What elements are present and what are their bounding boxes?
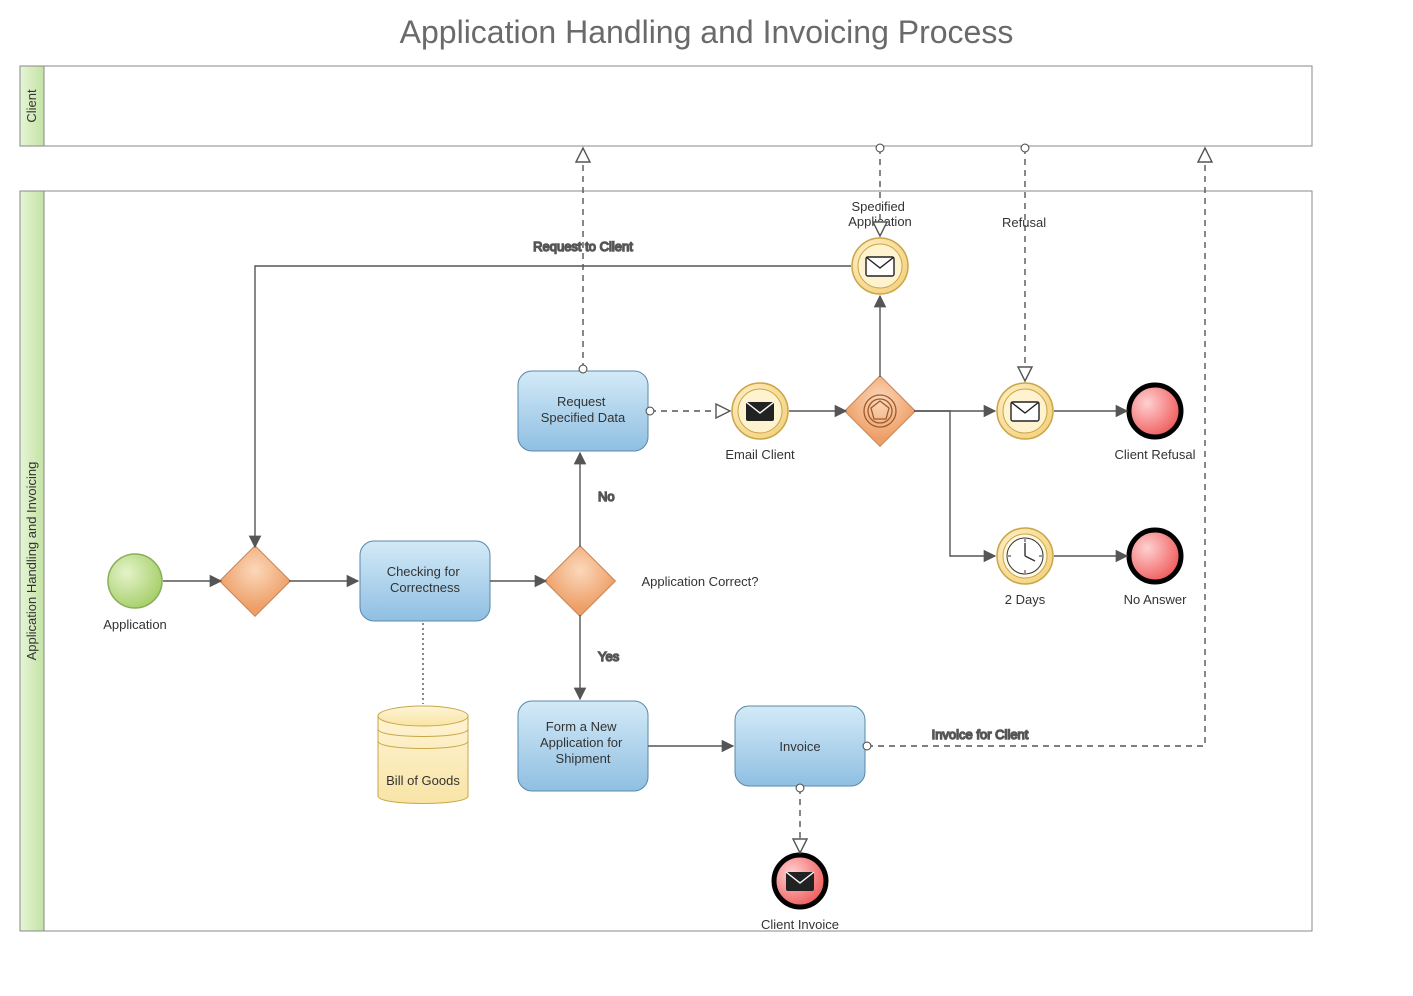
task-form-new-application: Form a New Application for Shipment: [518, 701, 648, 791]
svg-text:Application: Application: [103, 617, 167, 632]
svg-text:2 Days: 2 Days: [1005, 592, 1046, 607]
svg-text:Bill of Goods: Bill of Goods: [386, 773, 460, 788]
pool-main: Application Handling and Invoicing: [20, 191, 1312, 931]
svg-text:Checking for Correctness: Checking for Correctness: [387, 564, 464, 595]
event-timer-2days: 2 Days: [997, 528, 1053, 607]
svg-text:Application Correct?: Application Correct?: [641, 574, 758, 589]
pool-client: Client: [20, 66, 1312, 146]
lane-client-label: Client: [24, 89, 39, 123]
svg-text:Email Client: Email Client: [725, 447, 795, 462]
bpmn-diagram: Client Application Handling and Invoicin…: [0, 51, 1413, 996]
svg-text:Refusal: Refusal: [1002, 215, 1046, 230]
svg-text:Yes: Yes: [598, 649, 620, 664]
svg-text:Request to Client: Request to Client: [533, 239, 633, 254]
svg-text:Client Refusal: Client Refusal: [1115, 447, 1196, 462]
end-no-answer: No Answer: [1124, 530, 1188, 607]
svg-text:No: No: [598, 489, 615, 504]
diagram-title: Application Handling and Invoicing Proce…: [0, 0, 1413, 51]
svg-text:Client Invoice: Client Invoice: [761, 917, 839, 932]
lane-main-label: Application Handling and Invoicing: [24, 462, 39, 661]
start-event-application: Application: [103, 554, 167, 632]
svg-text:Invoice: Invoice: [779, 739, 820, 754]
task-request-specified-data: Request Specified Data: [518, 371, 648, 451]
task-checking-correctness: Checking for Correctness: [360, 541, 490, 621]
task-invoice: Invoice: [735, 706, 865, 786]
svg-text:No Answer: No Answer: [1124, 592, 1188, 607]
datastore-bill-of-goods: Bill of Goods: [378, 706, 468, 804]
svg-text:Invoice for Client: Invoice for Client: [932, 727, 1029, 742]
